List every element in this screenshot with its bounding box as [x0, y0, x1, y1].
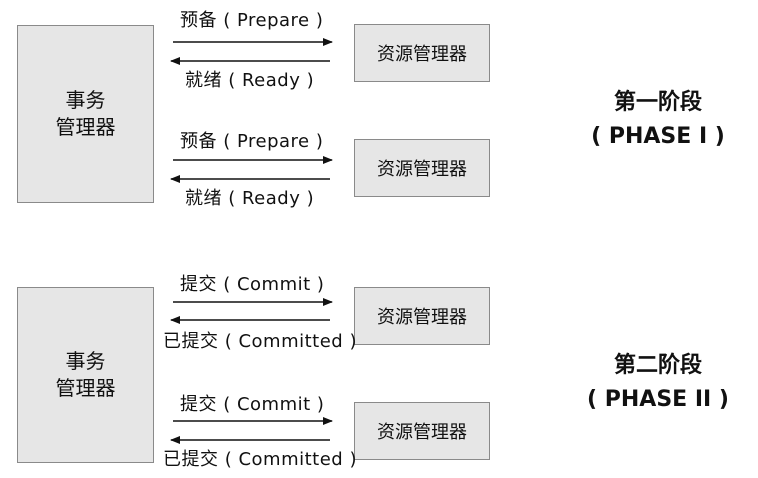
phase2-subtitle: ( PHASE II ) [587, 387, 729, 412]
transaction-manager-line1: 事务 [65, 349, 106, 373]
phase2-committed-label-1: 已提交 ( Committed ) [163, 331, 357, 352]
phase1-transaction-manager: 事务 管理器 [17, 25, 154, 203]
phase2-transaction-manager: 事务 管理器 [17, 287, 154, 463]
phase1-ready-label-1: 就绪 ( Ready ) [185, 70, 315, 91]
phase1-title: 第一阶段 [613, 90, 702, 115]
phase1-subtitle: ( PHASE I ) [591, 124, 725, 149]
phase2-committed-label-2: 已提交 ( Committed ) [163, 449, 357, 470]
phase1-ready-label-2: 就绪 ( Ready ) [185, 188, 315, 209]
phase1-resource-manager-1: 资源管理器 [354, 24, 490, 82]
resource-manager-label: 资源管理器 [377, 422, 467, 443]
phase2-resource-manager-2: 资源管理器 [354, 402, 490, 460]
transaction-manager-line1: 事务 [65, 88, 106, 112]
resource-manager-label: 资源管理器 [377, 159, 467, 180]
phase1-resource-manager-2: 资源管理器 [354, 139, 490, 197]
phase1-prepare-label-1: 预备 ( Prepare ) [180, 10, 324, 31]
phase2-commit-label-2: 提交 ( Commit ) [180, 394, 325, 415]
phase1-heading: 第一阶段 ( PHASE I ) [568, 86, 748, 154]
resource-manager-label: 资源管理器 [377, 307, 467, 328]
resource-manager-label: 资源管理器 [377, 44, 467, 65]
phase2-resource-manager-1: 资源管理器 [354, 287, 490, 345]
phase2-title: 第二阶段 [613, 353, 702, 378]
transaction-manager-line2: 管理器 [55, 115, 116, 139]
transaction-manager-line2: 管理器 [55, 376, 116, 400]
phase1-prepare-label-2: 预备 ( Prepare ) [180, 131, 324, 152]
phase2-commit-label-1: 提交 ( Commit ) [180, 274, 325, 295]
phase2-heading: 第二阶段 ( PHASE II ) [568, 349, 748, 417]
